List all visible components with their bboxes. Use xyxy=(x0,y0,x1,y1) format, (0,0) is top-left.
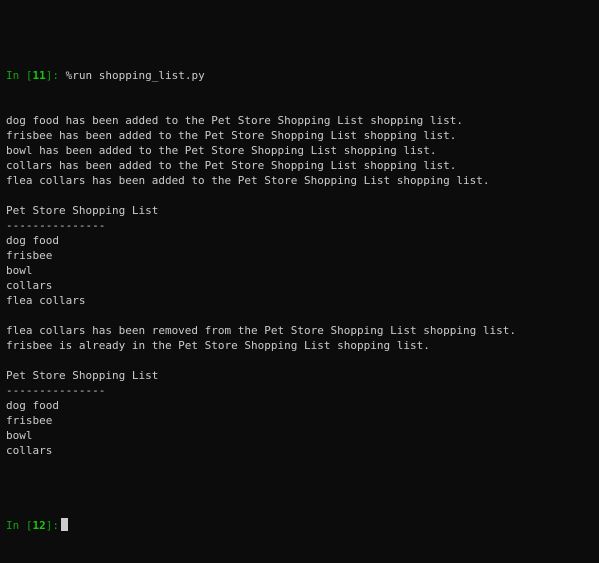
output-line: bowl xyxy=(6,429,33,442)
output-line: collars xyxy=(6,444,53,457)
output-line: frisbee is already in the Pet Store Shop… xyxy=(6,339,430,352)
output-line: Pet Store Shopping List xyxy=(6,369,159,382)
prompt-label: In [ xyxy=(6,519,33,532)
prompt-number: 11 xyxy=(32,69,46,82)
output-line: collars has been added to the Pet Store … xyxy=(6,159,457,172)
active-prompt-line[interactable]: In [12]: xyxy=(6,518,516,533)
prompt-label: In [ xyxy=(6,69,33,82)
output-line: --------------- xyxy=(6,384,106,397)
output-line: flea collars has been added to the Pet S… xyxy=(6,174,490,187)
input-prompt-line: In [11]: %run shopping_list.py xyxy=(6,68,516,83)
prompt-close: ]: xyxy=(45,519,59,532)
output-line: Pet Store Shopping List xyxy=(6,204,159,217)
command-text: %run shopping_list.py xyxy=(59,69,205,82)
output-line: bowl xyxy=(6,264,33,277)
output-block: dog food has been added to the Pet Store… xyxy=(6,113,516,488)
output-line: flea collars has been removed from the P… xyxy=(6,324,516,337)
terminal-content: In [11]: %run shopping_list.py dog food … xyxy=(6,38,516,563)
text-cursor[interactable] xyxy=(61,518,68,531)
output-line: dog food xyxy=(6,399,59,412)
terminal-window[interactable]: In [11]: %run shopping_list.py dog food … xyxy=(0,0,599,532)
output-line: flea collars xyxy=(6,294,86,307)
output-line: bowl has been added to the Pet Store Sho… xyxy=(6,144,437,157)
prompt-number: 12 xyxy=(32,519,46,532)
output-line: --------------- xyxy=(6,219,106,232)
output-line: frisbee xyxy=(6,249,53,262)
output-line: frisbee xyxy=(6,414,53,427)
prompt-close: ]: xyxy=(45,69,59,82)
output-line: dog food has been added to the Pet Store… xyxy=(6,114,463,127)
output-line: dog food xyxy=(6,234,59,247)
output-line: frisbee has been added to the Pet Store … xyxy=(6,129,457,142)
output-line: collars xyxy=(6,279,53,292)
